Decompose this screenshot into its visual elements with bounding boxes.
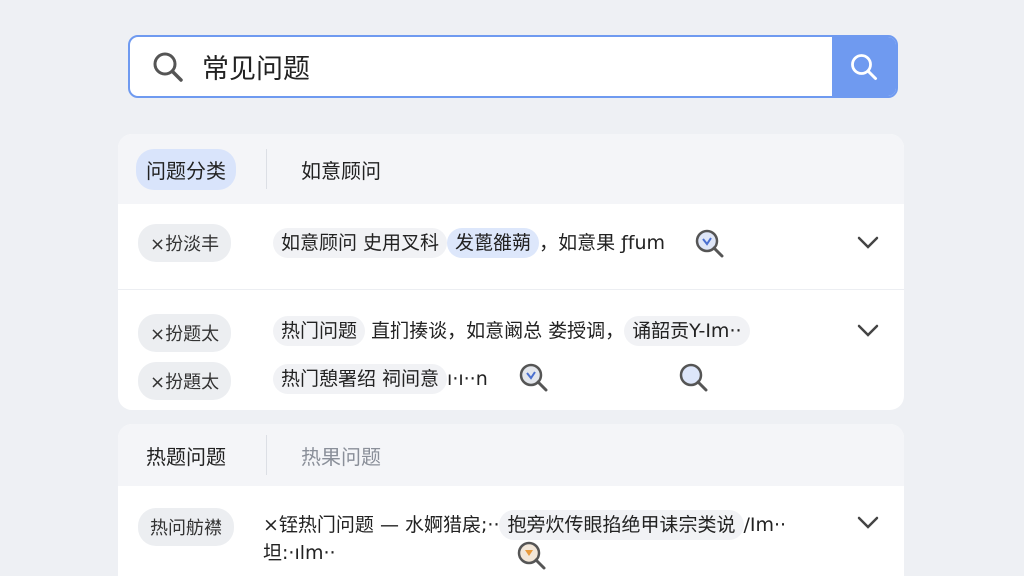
- search-button[interactable]: [832, 37, 896, 96]
- search-bar: [128, 35, 898, 98]
- tab-hot-questions[interactable]: 热题问题: [136, 435, 236, 476]
- search-icon: [851, 53, 877, 80]
- tab-advisor[interactable]: 如意顾问: [291, 149, 391, 190]
- chevron-down-icon[interactable]: [856, 230, 880, 254]
- search-field[interactable]: [130, 37, 832, 96]
- chevron-down-icon[interactable]: [856, 510, 880, 534]
- snippet-part: ı·ı··n: [447, 368, 488, 390]
- row-snippet: 坦:·ılm··: [263, 538, 336, 565]
- snippet-part: 热门问题: [273, 316, 366, 346]
- row-snippet: 如意顾问 史用叉科 发蓖雒蒴 ，如意果 ƒfum: [273, 228, 666, 258]
- row-snippet: 热门憩署绍 祠间意 ı·ı··n: [273, 364, 488, 394]
- search-input[interactable]: [202, 51, 762, 82]
- faq-row[interactable]: ×扮题太 热门问题 直扪揍谈，如意阚总 娄授调， 诵韶贡Y-Im·· ×扮題太 热…: [118, 290, 904, 410]
- tab-question-category[interactable]: 问题分类: [136, 148, 236, 190]
- snippet-part: 热门憩署绍 祠间意: [273, 364, 448, 394]
- snippet-part: /Im··: [743, 514, 787, 536]
- chevron-down-icon[interactable]: [856, 318, 880, 342]
- snippet-part: ×铚热门问题 — 水婀猎扆;··: [263, 514, 500, 536]
- snippet-part: 如意顾问 史用叉科: [273, 228, 448, 258]
- faq-panel-hot: 热题问题 热果问题 热问舫襟 ×铚热门问题 — 水婀猎扆;·· 抱旁炊传眼掐绝甲诔…: [118, 424, 904, 576]
- tab-divider: [266, 435, 267, 475]
- snippet-part: 诵韶贡Y-Im··: [624, 316, 750, 346]
- search-icon: [153, 52, 183, 82]
- faq-row[interactable]: ×扮淡丰 如意顾问 史用叉科 发蓖雒蒴 ，如意果 ƒfum: [118, 204, 904, 290]
- magnifier-icon[interactable]: [518, 362, 550, 394]
- faq-row[interactable]: 热问舫襟 ×铚热门问题 — 水婀猎扆;·· 抱旁炊传眼掐绝甲诔宗类说/Im·· 坦…: [118, 486, 904, 576]
- faq-panel-categories: 问题分类 如意顾问 ×扮淡丰 如意顾问 史用叉科 发蓖雒蒴 ，如意果 ƒfum ×扮…: [118, 134, 904, 410]
- magnifier-icon[interactable]: [516, 540, 548, 572]
- panel-header: 问题分类 如意顾问: [118, 134, 904, 204]
- snippet-part: 直扪揍谈: [371, 320, 448, 342]
- row-tag: 热问舫襟: [138, 508, 234, 546]
- panel-header: 热题问题 热果问题: [118, 424, 904, 486]
- row-tag: ×扮題太: [138, 362, 232, 400]
- snippet-part: ，如意果 ƒfum: [539, 232, 666, 254]
- row-tag: ×扮淡丰: [138, 224, 232, 262]
- row-snippet: ×铚热门问题 — 水婀猎扆;·· 抱旁炊传眼掐绝甲诔宗类说/Im··: [263, 510, 787, 540]
- snippet-part: 抱旁炊传眼掐绝甲诔宗类说: [499, 510, 744, 540]
- snippet-part: ，如意阚总 娄授调，: [447, 320, 625, 342]
- tab-divider: [266, 149, 267, 189]
- magnifier-icon[interactable]: [678, 362, 710, 394]
- magnifier-icon[interactable]: [694, 228, 726, 260]
- snippet-part: 坦:·ılm··: [263, 542, 336, 564]
- snippet-highlight: 发蓖雒蒴: [447, 228, 540, 258]
- row-tag: ×扮题太: [138, 314, 232, 352]
- row-snippet: 热门问题 直扪揍谈，如意阚总 娄授调， 诵韶贡Y-Im··: [273, 316, 750, 346]
- tab-result-questions[interactable]: 热果问题: [291, 435, 391, 476]
